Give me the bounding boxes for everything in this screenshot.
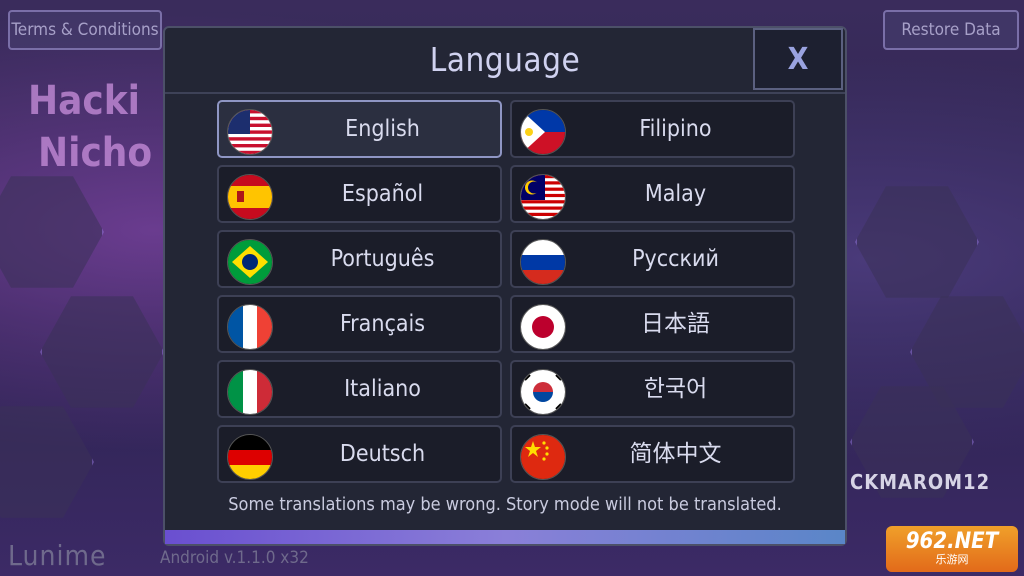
us-flag-icon: [227, 109, 273, 155]
brazil-flag-icon: [227, 239, 273, 285]
language-option-korean[interactable]: 한국어: [510, 360, 795, 418]
background-subtitle-text: Nicho: [38, 130, 153, 176]
language-option-chinese[interactable]: 简体中文: [510, 425, 795, 483]
malaysia-flag-icon: [520, 174, 566, 220]
version-label: Android v.1.1.0 x32: [160, 548, 309, 568]
france-flag-icon: [227, 304, 273, 350]
background-title-text: Hacki: [28, 78, 140, 124]
language-option-japanese[interactable]: 日本語: [510, 295, 795, 353]
korea-flag-icon: [520, 369, 566, 415]
hex-tile: [0, 176, 104, 288]
language-label: Filipino: [639, 116, 712, 142]
site-watermark: 962.NET 乐游网: [886, 526, 1018, 572]
language-option-espanol[interactable]: Español: [217, 165, 502, 223]
spain-flag-icon: [227, 174, 273, 220]
language-option-english[interactable]: English: [217, 100, 502, 158]
hex-tile: [0, 406, 94, 518]
watermark-number: 962.NET: [905, 529, 999, 554]
dialog-title: Language: [429, 40, 581, 79]
language-option-filipino[interactable]: Filipino: [510, 100, 795, 158]
language-option-italiano[interactable]: Italiano: [217, 360, 502, 418]
language-label: Français: [339, 311, 426, 337]
language-label: 简体中文: [629, 441, 722, 467]
hex-tile: [855, 186, 979, 298]
china-flag-icon: [520, 434, 566, 480]
background-creator-tag: CKMAROM12: [850, 470, 991, 494]
lunime-logo: Lunime: [8, 539, 107, 572]
language-option-deutsch[interactable]: Deutsch: [217, 425, 502, 483]
language-label: Português: [330, 246, 435, 272]
language-label: Italiano: [344, 376, 421, 402]
title-divider: [165, 92, 845, 94]
language-label: Русский: [632, 246, 719, 272]
hex-tile: [40, 296, 164, 408]
language-option-malay[interactable]: Malay: [510, 165, 795, 223]
translation-note: Some translations may be wrong. Story mo…: [228, 494, 782, 515]
dialog-accent-bar: [165, 530, 845, 544]
language-option-russian[interactable]: Русский: [510, 230, 795, 288]
language-label: Español: [341, 181, 424, 207]
language-label: 한국어: [643, 376, 708, 402]
restore-data-button[interactable]: Restore Data: [883, 10, 1019, 50]
watermark-subtitle: 乐游网: [935, 553, 969, 566]
italy-flag-icon: [227, 369, 273, 415]
language-option-portugues[interactable]: Português: [217, 230, 502, 288]
language-label: Deutsch: [339, 441, 426, 467]
language-dialog: Language X English Filipino Español Mala…: [163, 26, 847, 546]
japan-flag-icon: [520, 304, 566, 350]
terms-conditions-button[interactable]: Terms & Conditions: [8, 10, 162, 50]
close-icon: X: [787, 41, 809, 77]
germany-flag-icon: [227, 434, 273, 480]
close-button[interactable]: X: [753, 28, 843, 90]
language-option-francais[interactable]: Français: [217, 295, 502, 353]
language-label: Malay: [644, 181, 707, 207]
philippines-flag-icon: [520, 109, 566, 155]
russia-flag-icon: [520, 239, 566, 285]
language-label: 日本語: [641, 311, 710, 337]
language-label: English: [345, 116, 420, 142]
